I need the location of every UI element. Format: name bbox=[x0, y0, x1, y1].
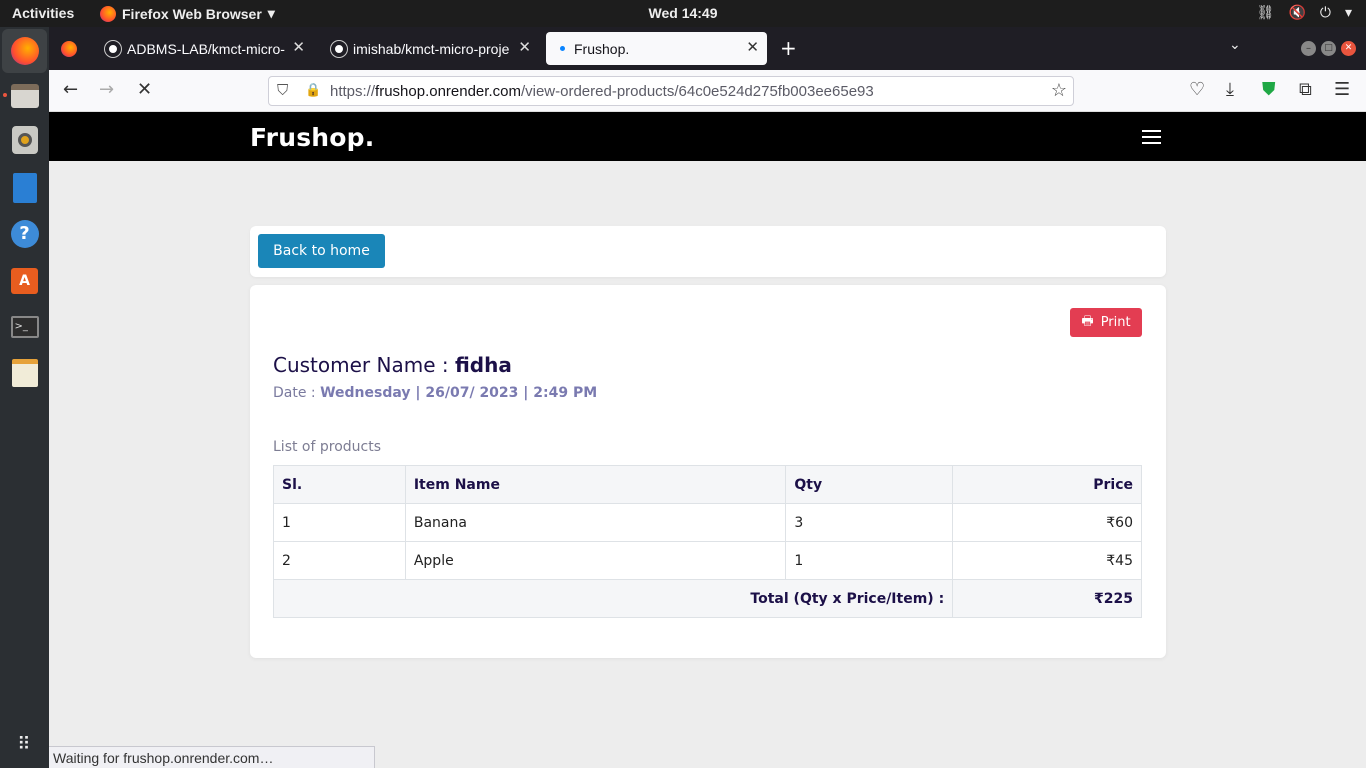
nav-toggle-icon[interactable] bbox=[1142, 130, 1161, 144]
system-top-bar: Activities Firefox Web Browser ▾ Wed 14:… bbox=[0, 0, 1366, 27]
url-text: https://frushop.onrender.com/view-ordere… bbox=[330, 83, 874, 100]
back-card: Back to home bbox=[250, 226, 1166, 277]
window-controls: – □ ✕ bbox=[1301, 41, 1356, 56]
column-header: Sl. bbox=[273, 465, 406, 504]
site-brand[interactable]: Frushop. bbox=[250, 123, 374, 152]
status-bar: Waiting for frushop.onrender.com… bbox=[49, 746, 375, 768]
volume-muted-icon: 🔇 bbox=[1288, 4, 1306, 20]
cell-qty: 3 bbox=[785, 503, 954, 542]
web-page: Frushop. Back to home 🖶 Print Customer N… bbox=[49, 112, 1366, 768]
list-of-products-label: List of products bbox=[273, 439, 382, 455]
nav-bar: ← → ✕ ⛉ 🔒 https://frushop.onrender.com/v… bbox=[49, 70, 1366, 112]
print-label: Print bbox=[1100, 315, 1131, 330]
order-date: Date : Wednesday | 26/07/ 2023 | 2:49 PM bbox=[273, 385, 598, 401]
files-icon bbox=[10, 83, 39, 108]
close-window-button[interactable]: ✕ bbox=[1341, 41, 1356, 56]
clock[interactable]: Wed 14:49 bbox=[0, 5, 1366, 21]
firefox-view-button[interactable] bbox=[55, 32, 83, 65]
minimize-button[interactable]: – bbox=[1301, 41, 1316, 56]
show-apps-button[interactable]: ⠿ bbox=[6, 726, 43, 763]
software-store-icon: A bbox=[11, 267, 38, 294]
column-header: Price bbox=[952, 465, 1142, 504]
tab-title: ADBMS-LAB/kmct-micro- bbox=[127, 40, 285, 57]
network-icon: ⛓ bbox=[1256, 4, 1275, 20]
cell-item: Apple bbox=[404, 541, 787, 580]
total-value: ₹225 bbox=[952, 579, 1142, 618]
lock-icon[interactable]: 🔒 bbox=[305, 82, 321, 98]
downloads-icon[interactable]: ⤓ bbox=[1226, 79, 1234, 100]
cell-sl: 1 bbox=[273, 503, 406, 542]
new-tab-button[interactable]: + bbox=[780, 36, 797, 60]
close-tab-icon[interactable]: ✕ bbox=[518, 38, 531, 56]
column-header: Item Name bbox=[404, 465, 787, 504]
caret-down-icon: ▾ bbox=[1344, 4, 1352, 20]
print-button[interactable]: 🖶 Print bbox=[1070, 308, 1142, 337]
github-icon bbox=[331, 40, 347, 57]
forward-arrow-icon[interactable]: → bbox=[99, 79, 114, 100]
tab-bar: ADBMS-LAB/kmct-micro- ✕ imishab/kmct-mic… bbox=[49, 27, 1366, 70]
cell-sl: 2 bbox=[273, 541, 406, 580]
maximize-button[interactable]: □ bbox=[1321, 41, 1336, 56]
printer-icon: 🖶 bbox=[1081, 313, 1094, 329]
menu-hamburger-icon[interactable]: ☰ bbox=[1334, 79, 1350, 100]
help-icon: ? bbox=[10, 219, 39, 248]
customer-name: Customer Name : fidha bbox=[273, 353, 512, 377]
github-icon bbox=[105, 40, 121, 57]
app-grid-icon: ⠿ bbox=[17, 734, 32, 755]
text-editor-icon bbox=[11, 358, 38, 387]
extensions-icon[interactable]: ⧉ bbox=[1299, 79, 1312, 100]
cell-price: ₹60 bbox=[952, 503, 1142, 542]
table-header-row: Sl. Item Name Qty Price bbox=[273, 465, 1142, 504]
dock-writer[interactable] bbox=[6, 169, 43, 206]
firefox-icon bbox=[61, 40, 77, 57]
power-icon: ⏻ bbox=[1319, 4, 1331, 20]
tab-title: imishab/kmct-micro-proje bbox=[353, 40, 510, 57]
table-row: 1 Banana 3 ₹60 bbox=[273, 503, 1142, 542]
total-row: Total (Qty x Price/Item) : ₹225 bbox=[272, 579, 1142, 618]
system-tray[interactable]: ⛓ 🔇 ⏻ ▾ bbox=[1257, 4, 1352, 21]
running-indicator bbox=[3, 93, 7, 97]
table-row: 2 Apple 1 ₹45 bbox=[273, 541, 1142, 580]
close-tab-icon[interactable]: ✕ bbox=[746, 38, 759, 56]
dock-terminal[interactable]: >_ bbox=[6, 308, 43, 345]
stop-icon[interactable]: ✕ bbox=[137, 79, 152, 100]
url-bar[interactable]: ⛉ 🔒 https://frushop.onrender.com/view-or… bbox=[268, 76, 1074, 106]
products-table: Sl. Item Name Qty Price 1 Banana 3 ₹60 2… bbox=[272, 465, 1142, 618]
cell-price: ₹45 bbox=[952, 541, 1142, 580]
close-tab-icon[interactable]: ✕ bbox=[292, 38, 305, 56]
list-tabs-chevron-icon[interactable]: ⌄ bbox=[1229, 37, 1241, 53]
cell-qty: 1 bbox=[785, 541, 954, 580]
document-icon bbox=[12, 172, 37, 203]
dock: ? A >_ ⠿ bbox=[0, 27, 49, 768]
site-header: Frushop. bbox=[49, 112, 1366, 161]
back-arrow-icon[interactable]: ← bbox=[63, 79, 78, 100]
bookmark-star-icon[interactable]: ☆ bbox=[1051, 80, 1067, 101]
dock-help[interactable]: ? bbox=[6, 215, 43, 252]
tab-frushop[interactable]: Frushop. ✕ bbox=[546, 32, 767, 65]
dock-files[interactable] bbox=[6, 77, 43, 114]
back-to-home-button[interactable]: Back to home bbox=[258, 234, 385, 268]
cell-item: Banana bbox=[404, 503, 787, 542]
dock-software[interactable]: A bbox=[6, 262, 43, 299]
terminal-icon: >_ bbox=[10, 315, 39, 338]
speaker-icon bbox=[11, 125, 38, 154]
shield-icon[interactable]: ⛉ bbox=[277, 82, 288, 99]
total-label: Total (Qty x Price/Item) : bbox=[272, 579, 954, 618]
tab-adbms[interactable]: ADBMS-LAB/kmct-micro- ✕ bbox=[99, 32, 313, 65]
tab-imishab[interactable]: imishab/kmct-micro-proje ✕ bbox=[325, 32, 539, 65]
tab-title: Frushop. bbox=[574, 40, 630, 57]
column-header: Qty bbox=[785, 465, 954, 504]
adblock-shield-icon[interactable]: ⛊ bbox=[1262, 79, 1276, 100]
pocket-icon[interactable]: ♡ bbox=[1189, 79, 1205, 100]
dock-rhythmbox[interactable] bbox=[6, 121, 43, 158]
dock-text-editor[interactable] bbox=[6, 354, 43, 391]
dock-firefox[interactable] bbox=[2, 29, 47, 73]
loading-dot-icon bbox=[560, 46, 565, 51]
order-card: 🖶 Print Customer Name : fidha Date : Wed… bbox=[250, 285, 1166, 658]
firefox-icon bbox=[10, 37, 39, 65]
